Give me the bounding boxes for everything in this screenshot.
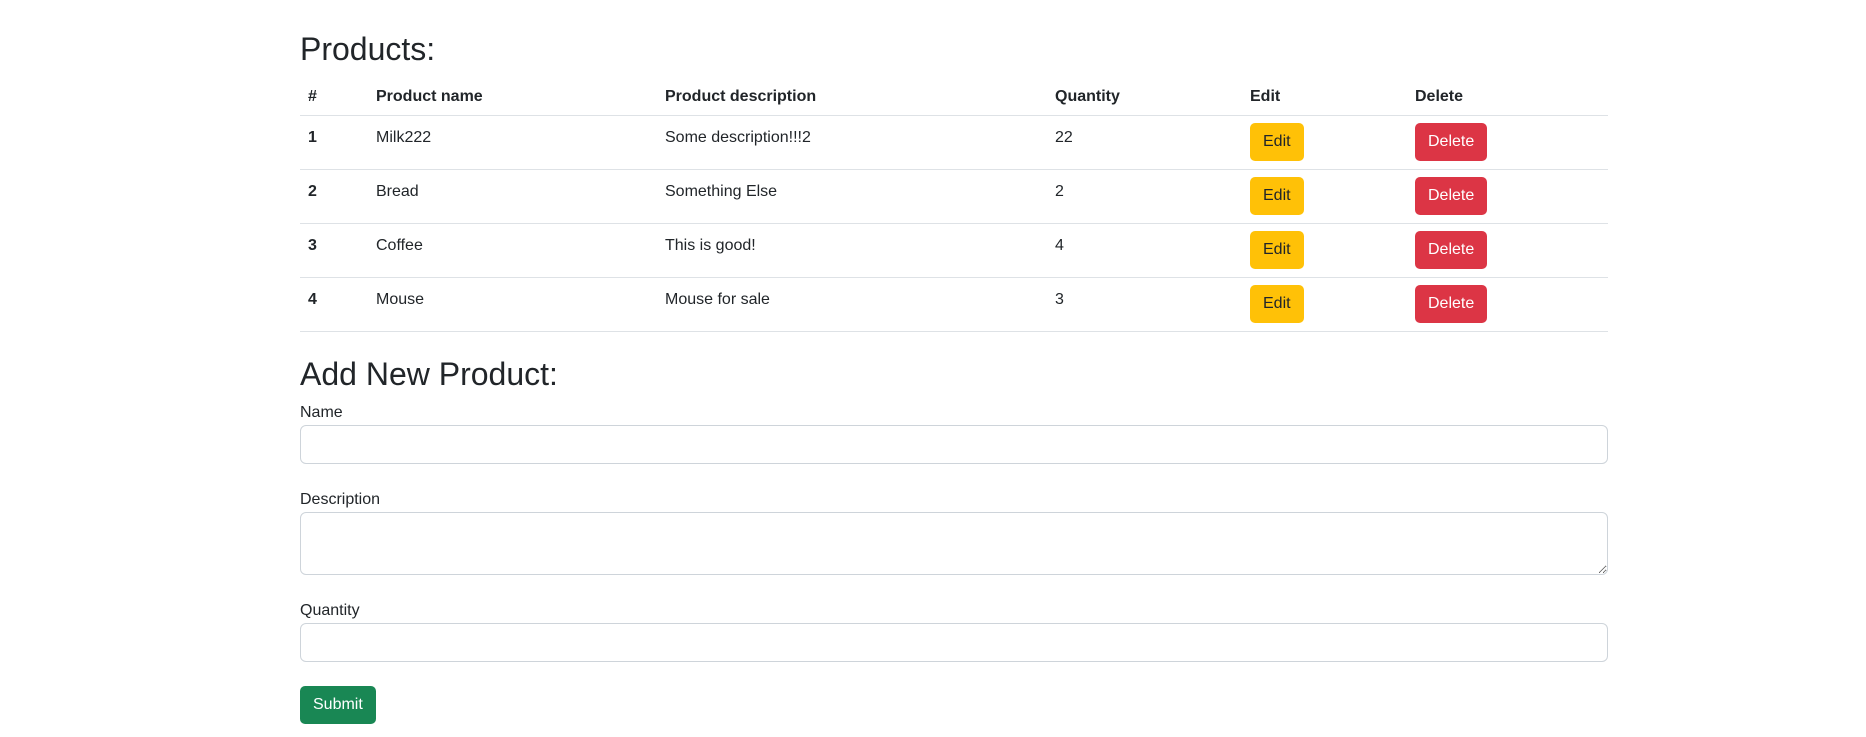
row-index: 3	[300, 223, 368, 278]
description-textarea[interactable]	[300, 512, 1608, 575]
delete-button[interactable]: Delete	[1415, 177, 1488, 215]
row-quantity: 4	[1047, 223, 1242, 278]
table-row: 3 Coffee This is good! 4 Edit Delete	[300, 223, 1608, 278]
table-row: 4 Mouse Mouse for sale 3 Edit Delete	[300, 277, 1608, 332]
submit-button[interactable]: Submit	[300, 686, 376, 724]
quantity-input[interactable]	[300, 623, 1608, 662]
row-delete-cell: Delete	[1407, 277, 1608, 332]
row-product-description: Some description!!!2	[657, 115, 1047, 170]
row-index: 2	[300, 169, 368, 224]
edit-button[interactable]: Edit	[1250, 285, 1304, 323]
row-delete-cell: Delete	[1407, 223, 1608, 278]
delete-button[interactable]: Delete	[1415, 123, 1488, 161]
header-product-description: Product description	[657, 78, 1047, 116]
table-row: 1 Milk222 Some description!!!2 22 Edit D…	[300, 115, 1608, 170]
row-edit-cell: Edit	[1242, 223, 1407, 278]
row-index: 4	[300, 277, 368, 332]
row-edit-cell: Edit	[1242, 169, 1407, 224]
table-row: 2 Bread Something Else 2 Edit Delete	[300, 169, 1608, 224]
name-input[interactable]	[300, 425, 1608, 464]
quantity-label: Quantity	[300, 602, 360, 619]
row-product-description: This is good!	[657, 223, 1047, 278]
row-product-name: Mouse	[368, 277, 657, 332]
header-product-name: Product name	[368, 78, 657, 116]
row-edit-cell: Edit	[1242, 115, 1407, 170]
row-quantity: 2	[1047, 169, 1242, 224]
row-index: 1	[300, 115, 368, 170]
row-quantity: 22	[1047, 115, 1242, 170]
header-delete: Delete	[1407, 78, 1608, 116]
add-product-heading: Add New Product:	[300, 356, 558, 392]
edit-button[interactable]: Edit	[1250, 177, 1304, 215]
header-edit: Edit	[1242, 78, 1407, 116]
edit-button[interactable]: Edit	[1250, 231, 1304, 269]
products-table: # Product name Product description Quant…	[300, 78, 1608, 332]
row-product-description: Mouse for sale	[657, 277, 1047, 332]
header-quantity: Quantity	[1047, 78, 1242, 116]
products-heading: Products:	[300, 31, 436, 67]
row-delete-cell: Delete	[1407, 115, 1608, 170]
row-delete-cell: Delete	[1407, 169, 1608, 224]
row-product-name: Bread	[368, 169, 657, 224]
row-quantity: 3	[1047, 277, 1242, 332]
row-product-name: Coffee	[368, 223, 657, 278]
description-label: Description	[300, 491, 381, 508]
row-edit-cell: Edit	[1242, 277, 1407, 332]
header-index: #	[300, 78, 368, 116]
row-product-description: Something Else	[657, 169, 1047, 224]
edit-button[interactable]: Edit	[1250, 123, 1304, 161]
delete-button[interactable]: Delete	[1415, 285, 1488, 323]
delete-button[interactable]: Delete	[1415, 231, 1488, 269]
name-label: Name	[300, 404, 343, 421]
table-header-row: # Product name Product description Quant…	[300, 78, 1608, 116]
row-product-name: Milk222	[368, 115, 657, 170]
